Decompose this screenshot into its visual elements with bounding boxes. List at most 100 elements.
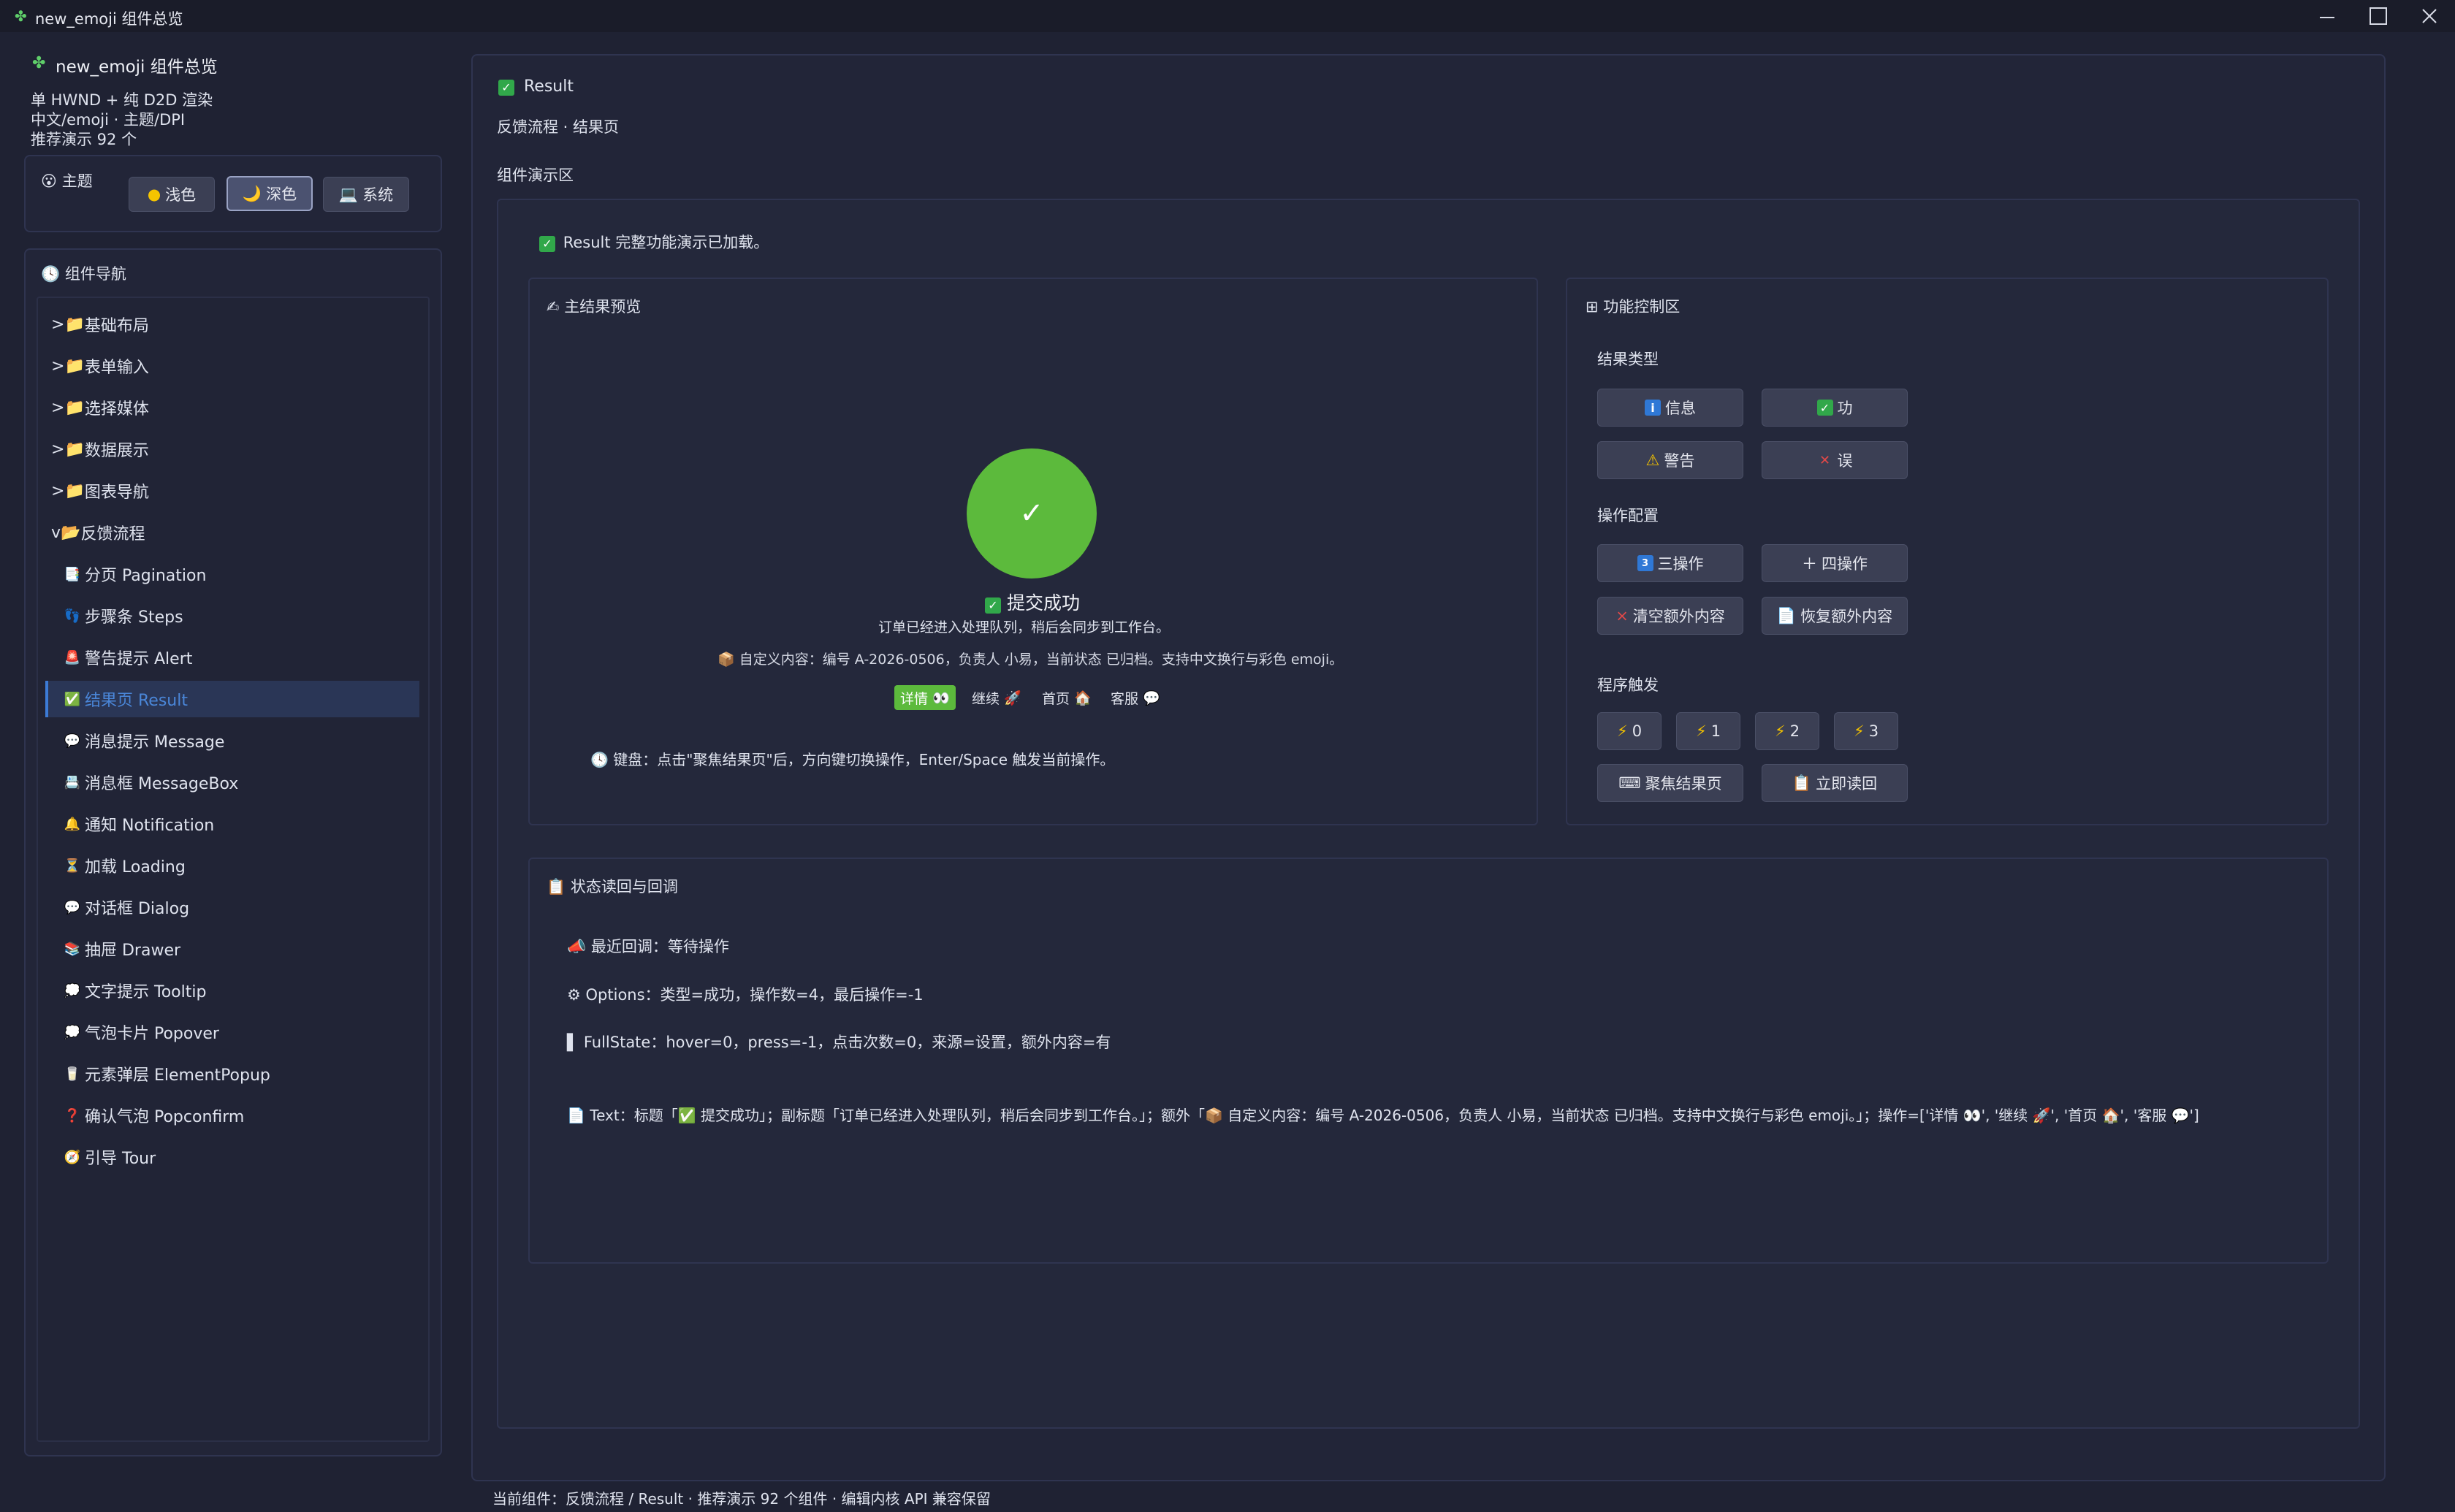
controls-title: ⊞ 功能控制区 — [1586, 295, 1680, 317]
text-readout-text: Text：标题「✅ 提交成功」；副标题「订单已经进入处理队列，稍后会同步到工作台… — [590, 1107, 2199, 1124]
btn-label: 误 — [1837, 452, 1853, 470]
nav-group-basic-layout[interactable]: > 📁 基础布局 — [51, 305, 149, 344]
trigger-2-button[interactable]: ⚡ 2 — [1755, 712, 1819, 750]
minimize-button[interactable] — [2302, 0, 2353, 32]
document-icon: 📄 — [567, 1107, 585, 1124]
close-button[interactable] — [2404, 0, 2455, 32]
check-icon: ✓ — [1816, 400, 1833, 416]
rocket-icon: 🚀 — [1004, 690, 1021, 706]
nav-item-dialog[interactable]: 💬 对话框 Dialog — [63, 887, 189, 927]
nav-item-messagebox[interactable]: 📇 消息框 MessageBox — [63, 763, 239, 802]
trigger-0-button[interactable]: ⚡ 0 — [1597, 712, 1662, 750]
nav-group-form-input[interactable]: > 📁 表单输入 — [51, 346, 149, 386]
action-details-button[interactable]: 详情 👀 — [894, 685, 956, 710]
app-logo-icon: ✤ — [32, 54, 46, 72]
three-icon: 3 — [1637, 555, 1653, 571]
theme-light-button[interactable]: ● 浅色 — [129, 177, 215, 212]
action-label: 首页 — [1042, 690, 1070, 707]
megaphone-icon: 📣 — [567, 938, 587, 955]
nav-group-chart-nav[interactable]: > 📁 图表导航 — [51, 471, 149, 511]
clock-icon: 🕓 — [41, 265, 61, 283]
action-continue-button[interactable]: 继续 🚀 — [966, 685, 1027, 710]
trigger-1-button[interactable]: ⚡ 1 — [1676, 712, 1740, 750]
restore-extra-button[interactable]: 📄 恢复额外内容 — [1762, 597, 1908, 635]
read-now-button[interactable]: 📋 立即读回 — [1762, 764, 1908, 802]
nav-group-label: 表单输入 — [84, 359, 149, 377]
nav-item-label: 步骤条 Steps — [85, 608, 183, 627]
nav-item-message[interactable]: 💬 消息提示 Message — [63, 721, 225, 760]
eyes-icon: 👀 — [932, 690, 950, 706]
nav-item-notification[interactable]: 🔔 通知 Notification — [63, 804, 214, 844]
nav-group-feedback[interactable]: v 📂 反馈流程 — [51, 513, 145, 552]
nav-item-label: 抽屉 Drawer — [85, 942, 181, 960]
theme-system-button[interactable]: 💻 系统 — [323, 177, 409, 212]
three-ops-button[interactable]: 3 三操作 — [1597, 544, 1743, 582]
maximize-icon — [2370, 7, 2387, 25]
success-status-icon: ✓ — [967, 448, 1097, 579]
nav-item-tour[interactable]: 🧭 引导 Tour — [63, 1137, 156, 1177]
main-title: ✓ Result — [498, 77, 574, 96]
nav-item-pagination[interactable]: 📑 分页 Pagination — [63, 554, 207, 594]
ops-config-label: 操作配置 — [1597, 507, 1659, 524]
keyboard-hint-text: 键盘：点击"聚焦结果页"后，方向键切换操作，Enter/Space 触发当前操作… — [613, 751, 1115, 768]
clipboard-icon: 📋 — [547, 878, 566, 896]
status-title: 📋 状态读回与回调 — [547, 875, 678, 897]
nav-item-steps[interactable]: 👣 步骤条 Steps — [63, 596, 183, 635]
nav-item-label: 元素弹层 ElementPopup — [85, 1066, 270, 1085]
compass-icon: 🧭 — [64, 1149, 81, 1165]
nav-item-label: 分页 Pagination — [85, 567, 207, 585]
nav-group-label: 基础布局 — [84, 317, 149, 335]
focus-result-button[interactable]: ⌨ 聚焦结果页 — [1597, 764, 1743, 802]
expand-arrow-icon: > — [51, 481, 65, 500]
nav-title-text: 组件导航 — [64, 265, 126, 283]
nav-item-result[interactable]: ✅ 结果页 Result — [63, 679, 188, 719]
speech-icon: 💬 — [64, 899, 81, 915]
nav-item-elementpopup[interactable]: 🥛 元素弹层 ElementPopup — [63, 1054, 270, 1093]
nav-item-popover[interactable]: 💭 气泡卡片 Popover — [63, 1012, 219, 1052]
four-ops-button[interactable]: ＋ 四操作 — [1762, 544, 1908, 582]
type-success-button[interactable]: ✓ 功 — [1762, 389, 1908, 427]
trigger-3-button[interactable]: ⚡ 3 — [1834, 712, 1898, 750]
nav-group-data-display[interactable]: > 📁 数据展示 — [51, 429, 149, 469]
result-title[interactable]: ✓ 提交成功 — [985, 589, 1080, 615]
last-callback: 📣 最近回调：等待操作 — [567, 935, 729, 957]
broom-icon: ⨯ — [1615, 607, 1629, 625]
nav-group-select-media[interactable]: > 📁 选择媒体 — [51, 388, 149, 427]
program-trigger-label: 程序触发 — [1597, 676, 1659, 694]
card-icon: 📇 — [64, 774, 81, 790]
type-error-button[interactable]: ✕ 误 — [1762, 441, 1908, 479]
nav-item-alert[interactable]: 🚨 警告提示 Alert — [63, 638, 193, 677]
action-home-button[interactable]: 首页 🏠 — [1036, 685, 1097, 710]
lightning-icon: ⚡ — [1853, 722, 1865, 740]
result-subtitle: 订单已经进入处理队列，稍后会同步到工作台。 — [878, 619, 1171, 635]
info-icon: i — [1645, 400, 1661, 416]
thought-icon: 💭 — [64, 1024, 81, 1040]
fullstate-text: FullState：hover=0，press=-1，点击次数=0，来源=设置，… — [583, 1034, 1111, 1051]
main-title-text: Result — [524, 77, 574, 96]
folder-icon: 📁 — [64, 315, 85, 334]
expand-arrow-icon: > — [51, 356, 65, 375]
main-subtitle: 反馈流程 · 结果页 — [497, 118, 620, 136]
books-icon: 📚 — [64, 941, 81, 957]
nav-item-label: 通知 Notification — [85, 817, 215, 835]
nav-item-tooltip[interactable]: 💭 文字提示 Tooltip — [63, 971, 207, 1010]
theme-dark-button[interactable]: 🌙 深色 — [227, 176, 313, 211]
collapse-arrow-icon: v — [51, 523, 61, 542]
action-support-button[interactable]: 客服 💬 — [1105, 685, 1166, 710]
clear-extra-button[interactable]: ⨯ 清空额外内容 — [1597, 597, 1743, 635]
folder-open-icon: 📂 — [61, 523, 81, 542]
nav-item-popconfirm[interactable]: ❓ 确认气泡 Popconfirm — [63, 1096, 245, 1135]
preview-title-text: 主结果预览 — [564, 298, 642, 316]
btn-label: 警告 — [1664, 452, 1695, 470]
nav-group-label: 数据展示 — [84, 442, 149, 460]
nav-item-label: 对话框 Dialog — [85, 900, 190, 918]
lightning-icon: ⚡ — [1774, 722, 1786, 740]
nav-item-loading[interactable]: ⏳ 加载 Loading — [63, 846, 186, 885]
nav-item-drawer[interactable]: 📚 抽屉 Drawer — [63, 929, 180, 969]
maximize-button[interactable] — [2353, 0, 2404, 32]
btn-label: 聚焦结果页 — [1645, 775, 1722, 793]
type-warning-button[interactable]: ⚠ 警告 — [1597, 441, 1743, 479]
controls-title-text: 功能控制区 — [1603, 298, 1681, 316]
type-info-button[interactable]: i 信息 — [1597, 389, 1743, 427]
chat-icon: 💬 — [1143, 690, 1160, 706]
